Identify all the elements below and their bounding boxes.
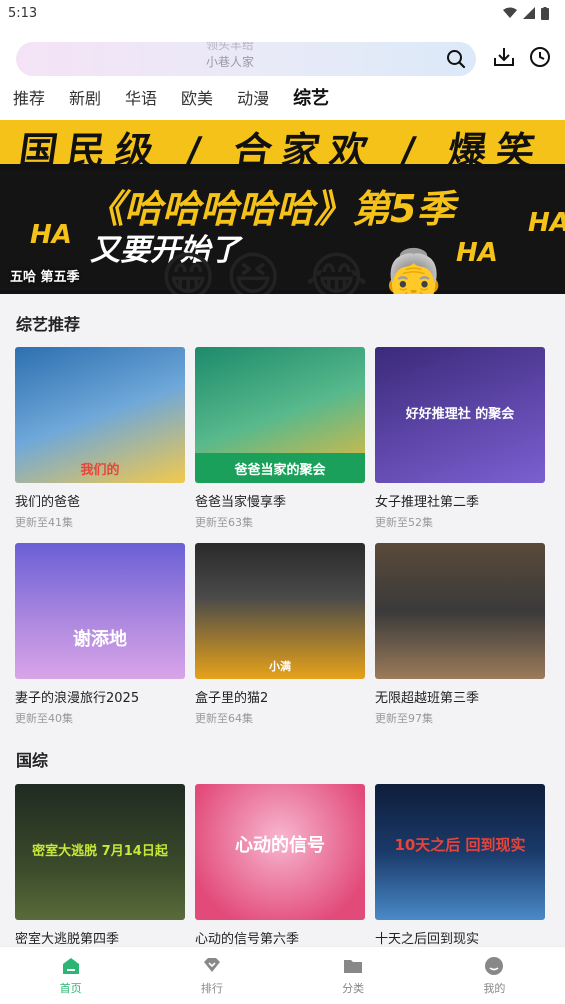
show-title: 盒子里的猫2 [195,691,269,706]
poster-title: 小满 [269,660,291,673]
bottom-nav: 首页 排行 分类 我的 [0,946,565,1004]
poster-title: 心动的信号 [235,835,325,856]
show-episodes: 更新至40集 [15,712,73,725]
show-title: 无限超越班第三季 [375,691,480,706]
show-poster: 好好推理社 的聚会 [375,347,545,483]
emoji-smile-icon: 😆 [225,246,282,294]
status-time: 5:13 [8,5,38,21]
show-title: 密室大逃脱第四季 [15,932,120,946]
hero-banner[interactable]: 国民级 / 合家欢 / 爆笑 《哈哈哈哈哈》第5季 又要开始了 HA HA HA… [0,120,565,294]
nav-category[interactable]: 分类 [283,947,424,1004]
show-title: 女子推理社第二季 [375,495,480,510]
show-poster: 我们的 [15,347,185,483]
nav-home[interactable]: 首页 [0,947,141,1004]
show-card[interactable]: 我们的 我们的爸爸 更新至41集 [15,347,185,530]
show-title: 爸爸当家慢享季 [195,495,287,510]
poster-title: 爸爸当家的聚会 [195,453,365,483]
show-card[interactable]: 10天之后 回到现实 十天之后回到现实 [375,784,545,946]
banner-top-stripe: 国民级 / 合家欢 / 爆笑 [0,120,565,173]
nav-profile[interactable]: 我的 [424,947,565,1004]
poster-title: 好好推理社 的聚会 [405,406,515,422]
show-card[interactable]: 好好推理社 的聚会 女子推理社第二季 更新至52集 [375,347,545,530]
poster-title: 密室大逃脱 7月14日起 [32,843,168,859]
show-episodes: 更新至52集 [375,516,433,529]
tab-western[interactable]: 欧美 [181,86,213,120]
nav-ranking-label: 排行 [200,981,223,995]
show-title: 我们的爸爸 [15,495,81,510]
top-bar: 领头羊给 小巷人家 推荐 新剧 华语 欧美 动漫 综艺 [0,26,565,120]
show-card[interactable]: 爸爸当家的聚会 爸爸当家慢享季 更新至63集 [195,347,365,530]
section-title-domestic: 国综 [16,751,49,770]
tab-anime[interactable]: 动漫 [237,86,269,120]
home-icon [62,957,79,974]
history-icon[interactable] [529,46,551,68]
show-title: 心动的信号第六季 [195,932,300,946]
show-title: 妻子的浪漫旅行2025 [15,691,140,706]
show-title: 十天之后回到现实 [375,932,480,946]
search-placeholder-prev: 领头羊给 [206,42,255,52]
poster-title: 我们的 [80,462,120,478]
show-episodes: 更新至97集 [375,712,433,725]
tab-new-drama[interactable]: 新剧 [69,86,101,120]
banner-ha-right: HA [528,208,565,238]
nav-ranking[interactable]: 排行 [141,947,282,1004]
nav-category-label: 分类 [342,981,365,995]
tab-variety[interactable]: 综艺 [293,86,329,120]
show-poster: 心动的信号 [195,784,365,920]
top-actions [493,46,551,68]
search-icon[interactable] [446,49,466,69]
banner-ha-left: HA [30,220,72,250]
show-episodes: 更新至64集 [195,712,253,725]
banner-caption: 五哈 第五季 [10,270,80,285]
battery-icon [541,6,549,20]
show-episodes: 更新至63集 [195,516,253,529]
show-poster: 小满 [195,543,365,679]
emoji-face-icon: 😁 [160,246,217,294]
status-bar: 5:13 [0,0,565,26]
status-icons [503,6,549,20]
show-poster: 谢添地 [15,543,185,679]
signal-icon [523,7,535,19]
show-card[interactable]: 小满 盒子里的猫2 更新至64集 [195,543,365,726]
main-content: 综艺推荐 我们的 我们的爸爸 更新至41集 爸爸当家的聚会 爸爸当家慢享季 更新… [0,294,565,946]
profile-icon [485,956,504,975]
show-poster: 密室大逃脱 7月14日起 [15,784,185,920]
nav-home-label: 首页 [59,981,82,995]
download-icon[interactable] [493,46,515,68]
show-card[interactable]: 谢添地 妻子的浪漫旅行2025 更新至40集 [15,543,185,726]
show-card[interactable]: 无限超越班第三季 更新至97集 [375,543,545,726]
ranking-icon [203,957,220,972]
banner-top-text: 国民级 / 合家欢 / 爆笑 [16,129,548,173]
show-poster [375,543,545,679]
show-poster: 爸爸当家的聚会 [195,347,365,483]
folder-icon [344,959,363,973]
poster-title: 谢添地 [73,629,127,650]
show-episodes: 更新至41集 [15,516,73,529]
poster-title: 10天之后 回到现实 [394,835,526,854]
emoji-grandma-icon: 👵 [380,246,448,294]
category-tabs: 推荐 新剧 华语 欧美 动漫 综艺 [0,86,565,120]
search-placeholder: 小巷人家 [206,55,255,69]
section-title-recommend: 综艺推荐 [16,315,81,334]
show-card[interactable]: 心动的信号 心动的信号第六季 [195,784,365,946]
search-bar[interactable]: 领头羊给 小巷人家 [16,42,476,76]
wifi-icon [503,7,517,18]
banner-ha-mid: HA [456,238,498,268]
tab-chinese[interactable]: 华语 [125,86,157,120]
show-card[interactable]: 密室大逃脱 7月14日起 密室大逃脱第四季 [15,784,185,946]
show-poster: 10天之后 回到现实 [375,784,545,920]
nav-profile-label: 我的 [483,981,506,995]
emoji-laugh-icon: 😂 [305,246,369,294]
tab-recommend[interactable]: 推荐 [13,86,45,120]
